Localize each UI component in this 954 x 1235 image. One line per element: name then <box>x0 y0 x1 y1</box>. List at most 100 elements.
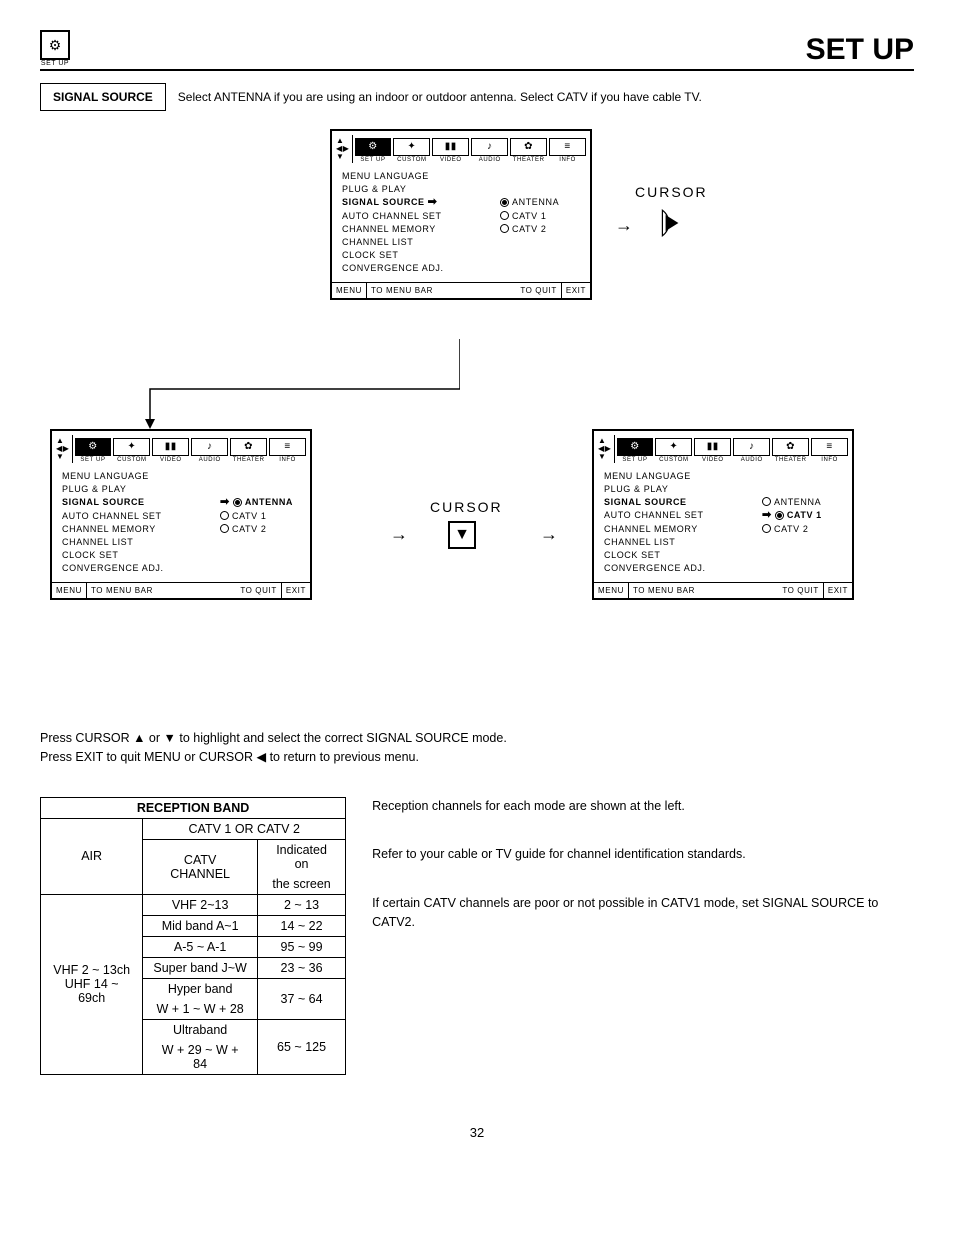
instructions-block: Press CURSOR ▲ or ▼ to highlight and sel… <box>40 729 914 767</box>
radio-empty-icon <box>220 511 229 520</box>
menu-item: CONVERGENCE ADJ. <box>342 263 444 273</box>
menu-item: CHANNEL LIST <box>62 537 133 547</box>
menu-item-signal-source: SIGNAL SOURCE <box>604 497 687 507</box>
cursor-down-icon: ▼ <box>448 521 476 549</box>
right-arrow-icon: ➡ <box>762 510 772 521</box>
table-cell: 65 ~ 125 <box>257 1019 345 1074</box>
table-cell: 2 ~ 13 <box>257 894 345 915</box>
air-vhf: VHF 2 ~ 13ch <box>51 963 132 977</box>
nav-arrow-icon: ▲◀▶▼ <box>598 435 615 463</box>
radio-empty-icon <box>220 524 229 533</box>
right-paragraph-3: If certain CATV channels are poor or not… <box>372 894 914 932</box>
menu-item: MENU LANGUAGE <box>604 471 691 481</box>
osd-footer: MENU TO MENU BAR TO QUIT EXIT <box>594 582 852 598</box>
osd-footer: MENU TO MENU BAR TO QUIT EXIT <box>332 282 590 298</box>
tab-setup: ⚙SET UP <box>617 438 654 463</box>
tab-audio: ♪AUDIO <box>191 438 228 463</box>
tab-theater: ✿THEATER <box>510 138 547 163</box>
osd-menu-list: MENU LANGUAGE PLUG & PLAY SIGNAL SOURCE … <box>52 463 310 582</box>
tab-custom: ✦CUSTOM <box>655 438 692 463</box>
flow-arrow-icon: → <box>615 215 633 236</box>
menu-item: PLUG & PLAY <box>62 484 126 494</box>
table-cell: 37 ~ 64 <box>257 978 345 1019</box>
option-catv1: CATV 1 <box>220 511 300 521</box>
signal-source-row: SIGNAL SOURCE Select ANTENNA if you are … <box>40 83 914 111</box>
menu-item: CONVERGENCE ADJ. <box>604 563 706 573</box>
menu-item: AUTO CHANNEL SET <box>342 211 442 221</box>
menu-item: CLOCK SET <box>604 550 660 560</box>
flow-arrow-icon: → <box>390 524 408 545</box>
menu-item: CHANNEL MEMORY <box>62 524 156 534</box>
menu-item: CHANNEL LIST <box>342 237 413 247</box>
right-arrow-icon: ➡ <box>428 197 438 208</box>
nav-arrow-icon: ▲◀▶▼ <box>56 435 73 463</box>
foot-menu: MENU <box>332 283 366 298</box>
table-cell: Mid band A~1 <box>143 915 258 936</box>
foot-exit: EXIT <box>281 583 310 598</box>
menu-item: CHANNEL MEMORY <box>604 524 698 534</box>
option-catv1: CATV 1 <box>500 211 580 221</box>
page-number: 32 <box>40 1125 914 1140</box>
table-title: RECEPTION BAND <box>41 797 346 818</box>
radio-empty-icon <box>500 211 509 220</box>
tab-setup: ⚙SET UP <box>75 438 112 463</box>
menu-item: AUTO CHANNEL SET <box>604 510 704 520</box>
tab-info: ≡INFO <box>269 438 306 463</box>
table-cell: Hyper band <box>143 978 258 999</box>
setup-icon: ⚙ <box>40 30 70 60</box>
tab-info: ≡INFO <box>811 438 848 463</box>
table-cell: A-5 ~ A-1 <box>143 936 258 957</box>
tab-video: ▮▮VIDEO <box>432 138 469 163</box>
tab-theater: ✿THEATER <box>772 438 809 463</box>
option-antenna: ➡ANTENNA <box>220 497 300 508</box>
radio-filled-icon <box>775 511 784 520</box>
table-cell: 14 ~ 22 <box>257 915 345 936</box>
foot-menubar: TO MENU BAR <box>86 583 157 598</box>
table-cell: 23 ~ 36 <box>257 957 345 978</box>
air-uhf: UHF 14 ~ 69ch <box>51 977 132 1005</box>
setup-icon-label: SET UP <box>40 60 70 67</box>
right-paragraph-1: Reception channels for each mode are sho… <box>372 797 914 816</box>
radio-empty-icon <box>500 224 509 233</box>
cursor-label: CURSOR <box>635 184 708 200</box>
radio-empty-icon <box>762 524 771 533</box>
tab-video: ▮▮VIDEO <box>694 438 731 463</box>
menu-item: AUTO CHANNEL SET <box>62 511 162 521</box>
foot-quit: TO QUIT <box>699 583 823 598</box>
table-cell: W + 29 ~ W + 84 <box>143 1040 258 1075</box>
option-antenna: ANTENNA <box>500 197 580 207</box>
air-header: AIR <box>41 818 143 894</box>
radio-filled-icon <box>500 198 509 207</box>
foot-exit: EXIT <box>823 583 852 598</box>
signal-source-label: SIGNAL SOURCE <box>40 83 166 111</box>
cursor-right-icon <box>656 207 688 239</box>
option-catv1: ➡CATV 1 <box>762 510 842 521</box>
foot-quit: TO QUIT <box>437 283 561 298</box>
tab-audio: ♪AUDIO <box>471 138 508 163</box>
tab-setup: ⚙SET UP <box>355 138 392 163</box>
connector-line <box>140 339 460 434</box>
tab-custom: ✦CUSTOM <box>393 138 430 163</box>
menu-item: PLUG & PLAY <box>604 484 668 494</box>
menu-item: CLOCK SET <box>62 550 118 560</box>
foot-menu: MENU <box>52 583 86 598</box>
menu-item: CLOCK SET <box>342 250 398 260</box>
osd-tab-bar: ▲◀▶▼ ⚙SET UP ✦CUSTOM ▮▮VIDEO ♪AUDIO ✿THE… <box>52 431 310 463</box>
catv-channel-header: CATV CHANNEL <box>143 839 258 894</box>
osd-screen-3: ▲◀▶▼ ⚙SET UP ✦CUSTOM ▮▮VIDEO ♪AUDIO ✿THE… <box>592 429 854 600</box>
osd-footer: MENU TO MENU BAR TO QUIT EXIT <box>52 582 310 598</box>
radio-filled-icon <box>233 498 242 507</box>
table-cell: 95 ~ 99 <box>257 936 345 957</box>
tab-info: ≡INFO <box>549 138 586 163</box>
option-catv2: CATV 2 <box>762 524 842 534</box>
table-cell: W + 1 ~ W + 28 <box>143 999 258 1020</box>
osd-tab-bar: ▲◀▶▼ ⚙SET UP ✦CUSTOM ▮▮VIDEO ♪AUDIO ✿THE… <box>594 431 852 463</box>
menu-item: MENU LANGUAGE <box>342 171 429 181</box>
osd-tab-bar: ▲◀▶▼ ⚙SET UP ✦CUSTOM ▮▮VIDEO ♪AUDIO ✿THE… <box>332 131 590 163</box>
air-rows: VHF 2 ~ 13ch UHF 14 ~ 69ch <box>41 894 143 1074</box>
instruction-line-2: Press EXIT to quit MENU or CURSOR ◀ to r… <box>40 748 914 767</box>
option-catv2: CATV 2 <box>220 524 300 534</box>
signal-source-description: Select ANTENNA if you are using an indoo… <box>166 83 714 111</box>
table-cell: Super band J~W <box>143 957 258 978</box>
osd-screen-1: ▲◀▶▼ ⚙SET UP ✦CUSTOM ▮▮VIDEO ♪AUDIO ✿THE… <box>330 129 592 300</box>
